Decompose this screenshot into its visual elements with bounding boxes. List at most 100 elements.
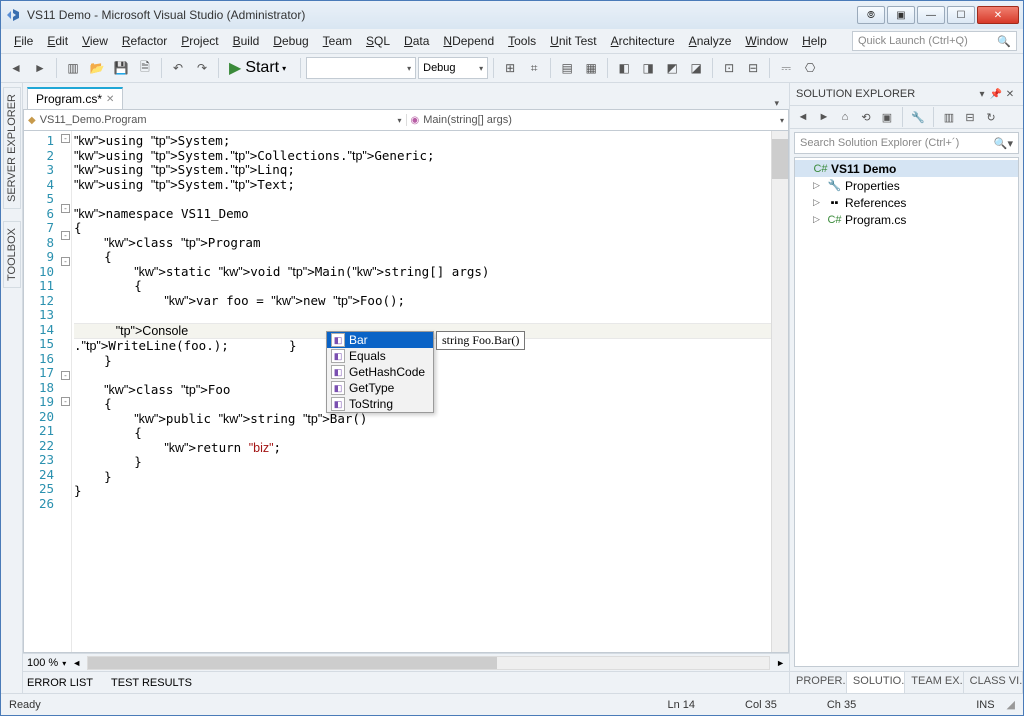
code-editor[interactable]: 1234567891011121314151617181920212223242… [23,131,789,653]
maximize-button[interactable]: ☐ [947,6,975,24]
tool-btn-j[interactable]: ⊟ [742,57,764,79]
open-file-button[interactable]: 📂 [86,57,108,79]
se-collapse-button[interactable]: ⊟ [961,108,979,126]
resize-grip-icon[interactable]: ◢ [1007,698,1015,711]
nav-member-combo[interactable]: ◉ Main(string[] args) ▾ [406,114,789,126]
solution-tree[interactable]: C# VS11 Demo ▷🔧 Properties ▷▪▪ Reference… [794,157,1019,667]
close-icon[interactable]: ✕ [106,94,114,105]
menu-unit-test[interactable]: Unit Test [543,31,603,51]
error-list-tab[interactable]: ERROR LIST [27,677,93,689]
doc-tab-program[interactable]: Program.cs* ✕ [27,87,123,109]
tool-btn-h[interactable]: ◪ [685,57,707,79]
tool-btn-i[interactable]: ⊡ [718,57,740,79]
intellisense-item[interactable]: ◧ToString [327,396,433,412]
outlining-margin[interactable]: ------ [60,131,72,652]
solution-search-input[interactable]: Search Solution Explorer (Ctrl+´) 🔍▾ [794,132,1019,154]
menu-build[interactable]: Build [226,31,267,51]
helper-btn-2[interactable]: ▣ [887,6,915,24]
tool-btn-a[interactable]: ⊞ [499,57,521,79]
se-back-button[interactable]: ◄ [794,108,812,126]
chevron-left-icon[interactable]: ◄ [72,658,81,668]
wrench-icon: 🔧 [827,179,842,192]
tool-btn-e[interactable]: ◧ [613,57,635,79]
menu-view[interactable]: View [75,31,115,51]
zoom-combo[interactable]: 100 %▾ [27,657,66,669]
save-all-button[interactable]: 🗎 [134,57,156,79]
helper-btn-1[interactable]: ⦾ [857,6,885,24]
nav-back-button[interactable]: ◄ [5,57,27,79]
expander-icon[interactable]: ▷ [813,180,824,191]
tool-btn-c[interactable]: ▤ [556,57,578,79]
close-icon[interactable]: ✕ [1003,89,1017,100]
start-debug-button[interactable]: ▶ Start ▾ [224,57,295,79]
tool-btn-d[interactable]: ▦ [580,57,602,79]
menu-data[interactable]: Data [397,31,436,51]
tab-overflow-button[interactable]: ▾ [768,98,785,109]
menu-window[interactable]: Window [738,31,795,51]
save-button[interactable]: 💾 [110,57,132,79]
tab-properties[interactable]: PROPER... [790,672,847,693]
right-pane-tabs: PROPER... SOLUTIO... TEAM EX... CLASS VI… [790,671,1023,693]
undo-button[interactable]: ↶ [167,57,189,79]
menu-help[interactable]: Help [795,31,834,51]
test-results-tab[interactable]: TEST RESULTS [111,677,192,689]
se-sync-button[interactable]: ⟲ [857,108,875,126]
tree-node-program[interactable]: ▷C# Program.cs [795,211,1018,228]
tree-node-properties[interactable]: ▷🔧 Properties [795,177,1018,194]
expander-icon[interactable]: ▷ [813,214,824,225]
menu-file[interactable]: File [7,31,40,51]
nav-fwd-button[interactable]: ► [29,57,51,79]
pin-icon[interactable]: 📌 [989,89,1003,100]
tab-team[interactable]: TEAM EX... [905,672,963,693]
tool-btn-f[interactable]: ◨ [637,57,659,79]
menu-tools[interactable]: Tools [501,31,543,51]
vs-logo-icon [5,7,21,23]
menu-debug[interactable]: Debug [266,31,315,51]
tab-classview[interactable]: CLASS VI... [964,672,1023,693]
tree-node-references[interactable]: ▷▪▪ References [795,194,1018,211]
tab-solution[interactable]: SOLUTIO... [847,672,905,693]
horizontal-scrollbar[interactable] [87,656,770,670]
menu-architecture[interactable]: Architecture [604,31,682,51]
intellisense-item[interactable]: ◧Bar [327,332,433,348]
menu-sql[interactable]: SQL [359,31,397,51]
tool-btn-b[interactable]: ⌗ [523,57,545,79]
tool-btn-k[interactable]: ⎓ [775,57,797,79]
platform-combo[interactable]: ▾ [306,57,416,79]
new-project-button[interactable]: ▥ [62,57,84,79]
nav-scope-combo[interactable]: ◆ VS11_Demo.Program ▾ [24,114,406,126]
tool-btn-g[interactable]: ◩ [661,57,683,79]
se-preview-button[interactable]: ▥ [940,108,958,126]
config-combo[interactable]: Debug▾ [418,57,488,79]
se-fwd-button[interactable]: ► [815,108,833,126]
intellisense-item[interactable]: ◧GetHashCode [327,364,433,380]
close-button[interactable]: ✕ [977,6,1019,24]
menu-edit[interactable]: Edit [40,31,75,51]
menu-ndepend[interactable]: NDepend [436,31,501,51]
chevron-right-icon[interactable]: ► [776,658,785,668]
se-home-button[interactable]: ⌂ [836,108,854,126]
se-refresh-button[interactable]: ↻ [982,108,1000,126]
minimize-button[interactable]: — [917,6,945,24]
menu-team[interactable]: Team [316,31,359,51]
toolbox-tab[interactable]: TOOLBOX [3,221,21,288]
bottom-tool-tabs: ERROR LIST TEST RESULTS [23,671,789,693]
se-showall-button[interactable]: ▣ [878,108,896,126]
server-explorer-tab[interactable]: SERVER EXPLORER [3,87,21,209]
quick-launch-input[interactable]: Quick Launch (Ctrl+Q) 🔍 [852,31,1017,51]
method-icon: ◧ [331,333,345,347]
expander-icon[interactable]: ▷ [813,197,824,208]
menu-refactor[interactable]: Refactor [115,31,174,51]
solution-search-placeholder: Search Solution Explorer (Ctrl+´) [800,137,959,149]
tree-root[interactable]: C# VS11 Demo [795,160,1018,177]
pane-menu-icon[interactable]: ▾ [975,89,989,100]
vertical-scrollbar[interactable] [771,131,788,652]
se-properties-button[interactable]: 🔧 [909,108,927,126]
redo-button[interactable]: ↷ [191,57,213,79]
intellisense-item[interactable]: ◧GetType [327,380,433,396]
intellisense-popup[interactable]: ◧Bar◧Equals◧GetHashCode◧GetType◧ToString [326,331,434,413]
menu-project[interactable]: Project [174,31,225,51]
intellisense-item[interactable]: ◧Equals [327,348,433,364]
menu-analyze[interactable]: Analyze [682,31,739,51]
tool-btn-l[interactable]: ⎔ [799,57,821,79]
